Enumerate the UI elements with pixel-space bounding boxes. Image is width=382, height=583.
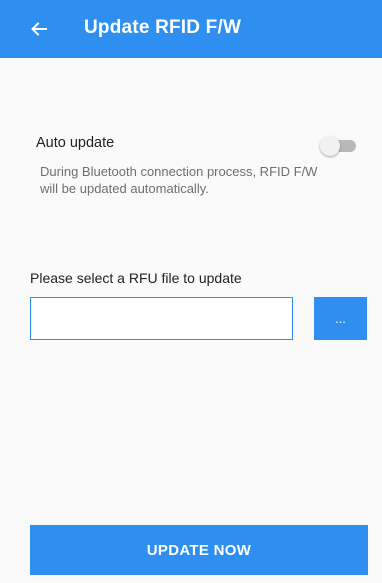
- auto-update-label: Auto update: [36, 135, 115, 151]
- arrow-left-icon: [31, 22, 47, 36]
- auto-update-toggle[interactable]: [320, 136, 356, 156]
- update-now-button[interactable]: UPDATE NOW: [30, 525, 368, 575]
- auto-update-description: During Bluetooth connection process, RFI…: [40, 164, 318, 196]
- toggle-thumb: [320, 136, 340, 156]
- back-button[interactable]: [24, 14, 54, 44]
- app-bar: Update RFID F/W: [0, 0, 382, 58]
- page-title: Update RFID F/W: [84, 17, 242, 38]
- file-select-label: Please select a RFU file to update: [30, 270, 242, 286]
- browse-file-button[interactable]: ...: [314, 297, 367, 340]
- rfu-file-input[interactable]: [30, 297, 293, 340]
- settings-content: Auto update During Bluetooth connection …: [0, 58, 382, 583]
